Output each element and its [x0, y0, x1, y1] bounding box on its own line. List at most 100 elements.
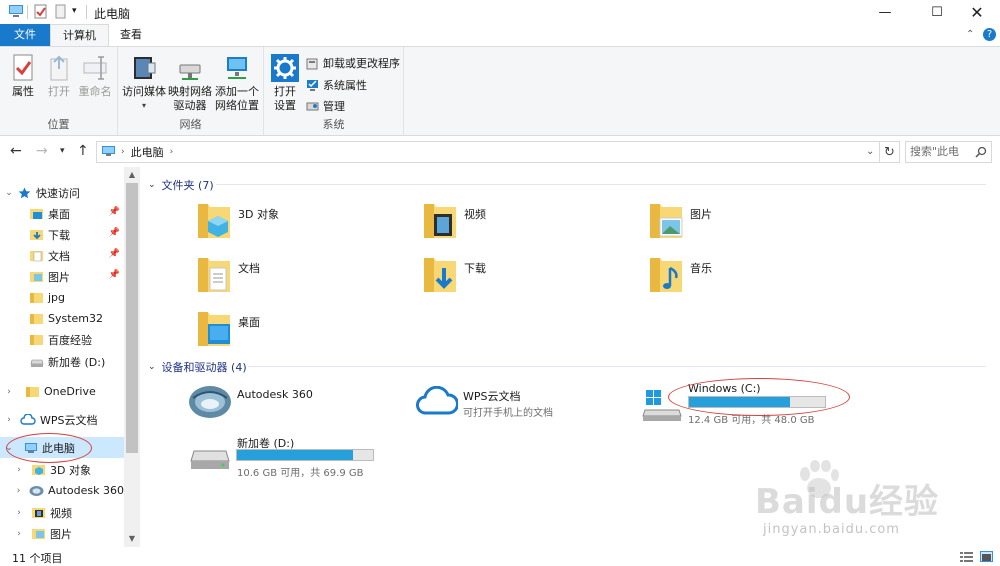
refresh-icon: ↻: [884, 144, 895, 160]
device-autodesk-360[interactable]: Autodesk 360: [188, 380, 388, 426]
folder-3d-objects[interactable]: 3D 对象: [196, 200, 279, 240]
collapse-group-icon[interactable]: ⌄: [148, 180, 156, 190]
properties-button[interactable]: 属性: [6, 53, 40, 99]
up-arrow-icon[interactable]: ↑: [77, 143, 89, 159]
collapse-group-icon[interactable]: ⌄: [148, 362, 156, 372]
computer-icon: [8, 4, 24, 21]
collapsed-chevron-icon[interactable]: ›: [14, 529, 24, 539]
breadcrumb[interactable]: 此电脑: [131, 144, 164, 160]
close-button[interactable]: ✕: [954, 0, 1000, 24]
properties-quick-icon[interactable]: [34, 4, 48, 22]
nav-label: System32: [48, 312, 104, 325]
back-arrow-icon[interactable]: ←: [10, 143, 22, 159]
minimize-icon: —: [878, 4, 892, 20]
nav-item-pictures-pc[interactable]: › 图片: [0, 523, 124, 544]
manage-button[interactable]: 管理: [306, 98, 345, 114]
nav-item-jpg[interactable]: jpg: [0, 287, 124, 308]
pin-icon[interactable]: 📌: [109, 207, 120, 217]
collapsed-chevron-icon[interactable]: ›: [14, 486, 23, 496]
documents-folder-icon: [30, 250, 44, 262]
folder-label: 音乐: [690, 262, 712, 275]
folder-downloads[interactable]: 下载: [422, 254, 486, 294]
nav-item-documents[interactable]: 文档 📌: [0, 245, 124, 266]
minimize-button[interactable]: —: [862, 0, 908, 24]
details-view-icon[interactable]: [960, 551, 973, 562]
add-network-location-button[interactable]: 添加一个 网络位置: [214, 53, 260, 113]
folder-icon: [26, 386, 40, 398]
open-settings-button[interactable]: 打开 设置: [268, 53, 302, 113]
folder-music[interactable]: 音乐: [648, 254, 712, 294]
nav-item-downloads[interactable]: 下载 📌: [0, 224, 124, 245]
scroll-down-icon[interactable]: ▼: [124, 532, 140, 546]
folders-group-header[interactable]: ⌄ 文件夹 (7): [148, 177, 214, 193]
expanded-chevron-icon[interactable]: ⌄: [4, 443, 14, 453]
pin-icon[interactable]: 📌: [109, 249, 120, 259]
device-new-volume-d[interactable]: 新加卷 (D:) 10.6 GB 可用，共 69.9 GB: [188, 433, 388, 479]
open-button[interactable]: 打开: [42, 53, 76, 99]
open-settings-line2: 设置: [274, 99, 296, 112]
large-icons-view-icon[interactable]: [980, 551, 993, 562]
manage-label: 管理: [323, 100, 345, 113]
folder-documents[interactable]: 文档: [196, 254, 260, 294]
address-history-dropdown-icon[interactable]: ⌄: [866, 146, 874, 157]
windows-drive-icon: [642, 390, 682, 421]
folder-desktop[interactable]: 桌面: [196, 308, 260, 348]
nav-pane-scrollbar[interactable]: ▲ ▼: [124, 167, 140, 547]
folder-label: 图片: [690, 208, 712, 221]
network-location-icon: [223, 53, 251, 83]
map-network-drive-line2: 驱动器: [173, 99, 207, 112]
folder-pictures[interactable]: 图片: [648, 200, 712, 240]
nav-item-pictures[interactable]: 图片 📌: [0, 266, 124, 287]
folder-videos[interactable]: 视频: [422, 200, 486, 240]
nav-item-desktop[interactable]: 桌面 📌: [0, 203, 124, 224]
nav-label: 图片: [50, 527, 72, 541]
collapsed-chevron-icon[interactable]: ›: [4, 415, 14, 425]
collapse-ribbon-icon[interactable]: ⌃: [966, 29, 974, 40]
nav-item-baidu-jingyan[interactable]: 百度经验: [0, 329, 124, 350]
nav-item-new-volume-d[interactable]: 新加卷 (D:): [0, 351, 124, 372]
nav-item-this-pc[interactable]: ⌄ 此电脑: [0, 437, 124, 458]
customize-toolbar-icon[interactable]: ▾: [72, 6, 77, 16]
window-title: 此电脑: [94, 7, 131, 21]
pin-icon[interactable]: 📌: [109, 270, 120, 280]
address-bar[interactable]: › 此电脑 ›: [96, 141, 880, 163]
nav-item-videos[interactable]: › 视频: [0, 502, 124, 523]
folder-icon: [30, 292, 44, 304]
access-media-button[interactable]: 访问媒体 ▾: [122, 53, 166, 113]
new-folder-quick-icon[interactable]: [55, 4, 67, 22]
status-bar: 11 个项目: [0, 547, 1000, 566]
nav-item-quick-access[interactable]: ⌄ 快速访问: [0, 182, 124, 203]
nav-item-system32[interactable]: System32: [0, 308, 124, 329]
map-network-drive-button[interactable]: 映射网络 驱动器: [168, 53, 212, 113]
breadcrumb-chevron-icon[interactable]: ›: [121, 147, 125, 157]
nav-item-onedrive[interactable]: › OneDrive: [0, 381, 124, 402]
forward-arrow-icon[interactable]: →: [36, 143, 48, 159]
device-windows-c[interactable]: Windows (C:) 12.4 GB 可用，共 48.0 GB: [642, 380, 842, 426]
nav-item-wps-cloud[interactable]: › WPS云文档: [0, 409, 124, 430]
tab-computer[interactable]: 计算机: [50, 24, 109, 47]
devices-group-header[interactable]: ⌄ 设备和驱动器 (4): [148, 359, 247, 375]
help-icon[interactable]: ?: [983, 28, 996, 41]
pin-icon[interactable]: 📌: [109, 228, 120, 238]
collapsed-chevron-icon[interactable]: ›: [14, 508, 24, 518]
recent-locations-icon[interactable]: ▾: [60, 146, 65, 156]
scroll-up-icon[interactable]: ▲: [124, 168, 140, 182]
tab-view[interactable]: 查看: [108, 24, 154, 46]
device-wps-cloud[interactable]: WPS云文档 可打开手机上的文档: [416, 380, 626, 426]
autodesk-icon: [29, 485, 44, 497]
refresh-button[interactable]: ↻: [880, 141, 900, 163]
nav-item-3d-objects[interactable]: › 3D 对象: [0, 459, 124, 480]
search-input[interactable]: 搜索"此电: [905, 141, 992, 163]
collapsed-chevron-icon[interactable]: ›: [14, 465, 24, 475]
scrollbar-thumb[interactable]: [126, 183, 138, 453]
uninstall-program-button[interactable]: 卸载或更改程序: [306, 55, 400, 71]
tab-file[interactable]: 文件: [0, 24, 50, 46]
rename-button[interactable]: 重命名: [76, 53, 114, 99]
collapsed-chevron-icon[interactable]: ›: [4, 387, 14, 397]
nav-item-autodesk-360[interactable]: › Autodesk 360: [0, 480, 124, 501]
device-label: WPS云文档: [463, 390, 521, 403]
system-properties-button[interactable]: 系统属性: [306, 77, 367, 93]
nav-label: jpg: [48, 291, 66, 304]
breadcrumb-chevron-icon[interactable]: ›: [170, 147, 174, 157]
expanded-chevron-icon[interactable]: ⌄: [4, 188, 14, 198]
